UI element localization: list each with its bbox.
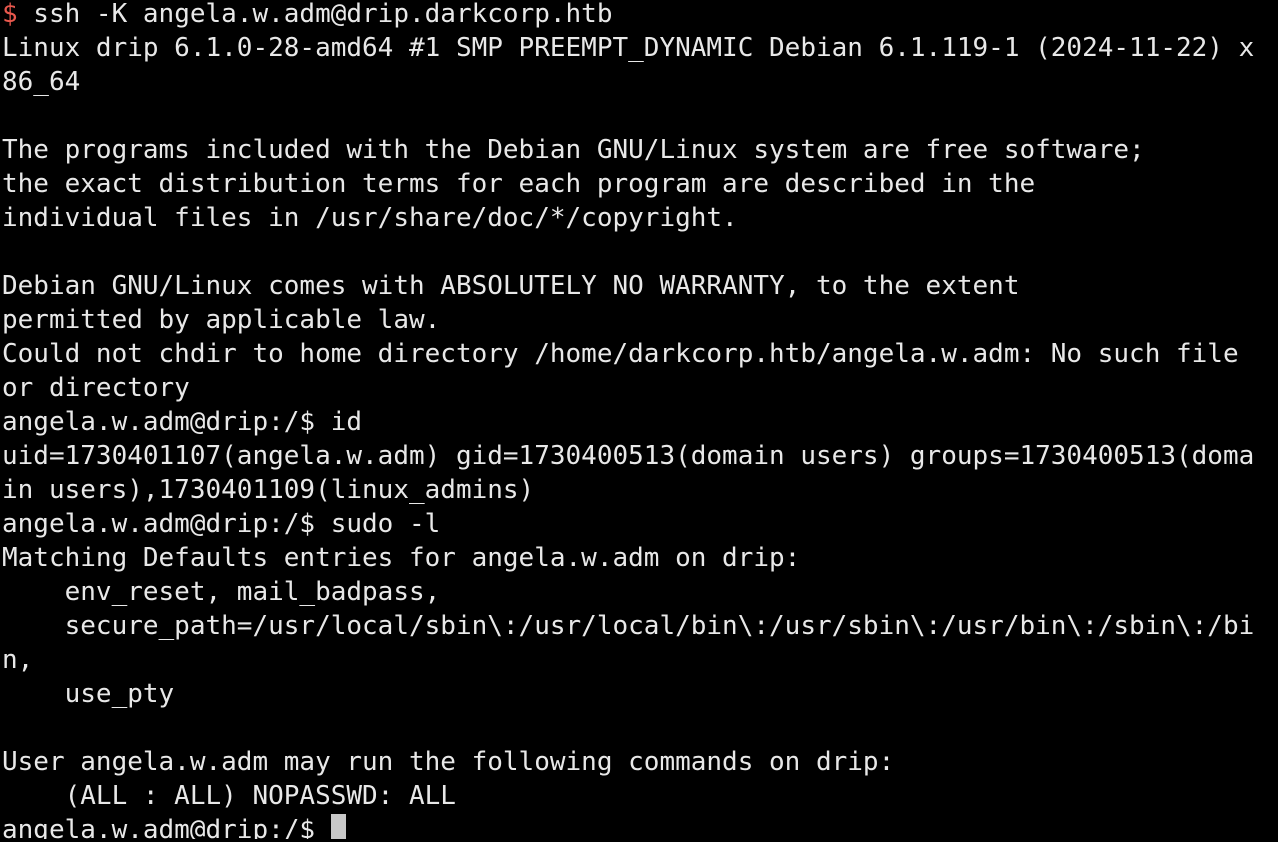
output-line: The programs included with the Debian GN… [2,135,1145,165]
output-line: Debian GNU/Linux comes with ABSOLUTELY N… [2,271,1020,301]
terminal-window[interactable]: $ ssh -K angela.w.adm@drip.darkcorp.htb … [0,0,1278,839]
shell-prompt: angela.w.adm@drip:/$ [2,815,331,839]
output-line: n, [2,645,34,675]
output-line: angela.w.adm@drip:/$ sudo -l [2,509,441,539]
text-cursor [330,814,346,839]
output-line: (ALL : ALL) NOPASSWD: ALL [2,781,456,811]
ssh-command: ssh -K angela.w.adm@drip.darkcorp.htb [17,0,613,29]
output-line: use_pty [2,679,175,709]
output-line: in users),1730401109(linux_admins) [2,475,535,505]
terminal-output: Linux drip 6.1.0-28-amd64 #1 SMP PREEMPT… [2,31,1278,813]
output-line: the exact distribution terms for each pr… [2,169,1036,199]
output-line: User angela.w.adm may run the following … [2,747,895,777]
output-line: 86_64 [2,67,81,97]
active-prompt-line[interactable]: angela.w.adm@drip:/$ [2,813,1278,839]
output-line: Could not chdir to home directory /home/… [2,339,1239,369]
output-line: env_reset, mail_badpass, [2,577,441,607]
output-line: angela.w.adm@drip:/$ id [2,407,363,437]
prompt-symbol: $ [2,0,18,29]
output-line: secure_path=/usr/local/sbin\:/usr/local/… [2,611,1255,641]
output-line: or directory [2,373,190,403]
local-command-line: $ ssh -K angela.w.adm@drip.darkcorp.htb [2,0,1278,31]
output-line: uid=1730401107(angela.w.adm) gid=1730400… [2,441,1255,471]
output-line: individual files in /usr/share/doc/*/cop… [2,203,738,233]
output-line: Linux drip 6.1.0-28-amd64 #1 SMP PREEMPT… [2,33,1255,63]
output-line: permitted by applicable law. [2,305,441,335]
output-line: Matching Defaults entries for angela.w.a… [2,543,801,573]
